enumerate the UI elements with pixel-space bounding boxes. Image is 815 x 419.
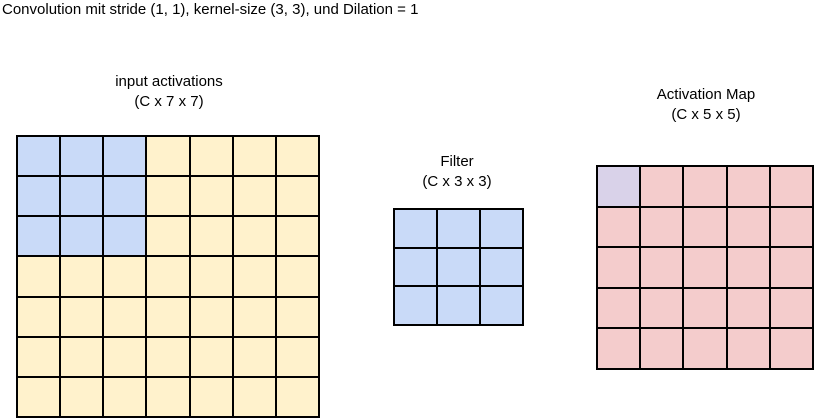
activation-cell (598, 207, 640, 247)
filter-cell (438, 210, 479, 247)
input-cell-highlighted (18, 177, 60, 216)
activation-cell (770, 248, 812, 287)
input-cell (104, 257, 146, 296)
input-cell (233, 257, 275, 296)
filter-cell (395, 287, 436, 324)
activation-cell (727, 167, 769, 206)
input-cell (276, 257, 318, 296)
input-cell (190, 257, 232, 296)
activation-cell (641, 329, 683, 368)
filter-grid (393, 208, 524, 326)
input-cell (233, 337, 275, 376)
activation-cell (770, 167, 812, 206)
input-cell (233, 377, 275, 416)
input-cell-highlighted (18, 137, 60, 176)
activation-cell (641, 248, 683, 287)
activation-cell (598, 248, 640, 287)
output-label-name: Activation Map (656, 86, 756, 103)
input-cell-highlighted (104, 217, 146, 256)
input-cell (190, 137, 232, 176)
input-cell (18, 377, 60, 416)
activation-cell (727, 329, 769, 368)
filter-cell (438, 287, 479, 324)
input-cell (147, 177, 189, 216)
diagram-title: Convolution mit stride (1, 1), kernel-si… (2, 1, 419, 18)
input-label: input activations (C x 7 x 7) (115, 72, 223, 112)
input-cell (233, 177, 275, 216)
input-cell (276, 377, 318, 416)
input-cell (276, 137, 318, 176)
filter-cell (481, 210, 522, 247)
input-cell (147, 217, 189, 256)
input-cell (276, 297, 318, 336)
activation-cell (598, 329, 640, 368)
filter-cell (395, 248, 436, 286)
input-cell (18, 257, 60, 296)
input-cell (18, 297, 60, 336)
activation-cell (770, 288, 812, 328)
input-label-name: input activations (115, 73, 223, 90)
input-cell (104, 337, 146, 376)
input-cell (104, 297, 146, 336)
input-cell (276, 177, 318, 216)
input-cell (190, 377, 232, 416)
input-cell (233, 137, 275, 176)
activation-cell (684, 288, 726, 328)
filter-label-shape: (C x 3 x 3) (422, 173, 492, 190)
input-cell (190, 177, 232, 216)
input-cell-highlighted (18, 217, 60, 256)
filter-label-name: Filter (440, 153, 474, 170)
input-cell (190, 297, 232, 336)
input-cell-highlighted (61, 137, 103, 176)
activation-cell (641, 288, 683, 328)
input-activations-grid (16, 135, 320, 418)
input-cell-highlighted (61, 177, 103, 216)
input-cell (61, 337, 103, 376)
input-cell (233, 297, 275, 336)
input-cell (147, 137, 189, 176)
input-cell (61, 257, 103, 296)
activation-cell (641, 167, 683, 206)
filter-label: Filter (C x 3 x 3) (422, 152, 491, 192)
input-cell (276, 217, 318, 256)
activation-cell (727, 288, 769, 328)
activation-cell (598, 288, 640, 328)
input-cell (147, 337, 189, 376)
input-cell-highlighted (104, 177, 146, 216)
activation-cell (727, 248, 769, 287)
input-cell (190, 217, 232, 256)
activation-cell (684, 207, 726, 247)
activation-cell (770, 207, 812, 247)
input-label-shape: (C x 7 x 7) (134, 93, 204, 110)
activation-map-grid (596, 165, 814, 370)
output-label-shape: (C x 5 x 5) (671, 106, 741, 123)
input-cell (18, 337, 60, 376)
input-cell (61, 377, 103, 416)
input-cell (147, 377, 189, 416)
activation-cell (727, 207, 769, 247)
activation-cell (641, 207, 683, 247)
activation-cell (684, 329, 726, 368)
input-cell-highlighted (61, 217, 103, 256)
input-cell (61, 297, 103, 336)
output-label: Activation Map (C x 5 x 5) (657, 85, 755, 125)
filter-cell (438, 248, 479, 286)
filter-cell (481, 248, 522, 286)
input-cell (104, 377, 146, 416)
input-cell-highlighted (104, 137, 146, 176)
input-cell (233, 217, 275, 256)
filter-cell (395, 210, 436, 247)
input-cell (147, 297, 189, 336)
filter-cell (481, 287, 522, 324)
activation-cell (684, 167, 726, 206)
activation-cell (770, 329, 812, 368)
activation-cell (684, 248, 726, 287)
input-cell (190, 337, 232, 376)
activation-cell-highlighted (598, 167, 640, 206)
input-cell (276, 337, 318, 376)
input-cell (147, 257, 189, 296)
